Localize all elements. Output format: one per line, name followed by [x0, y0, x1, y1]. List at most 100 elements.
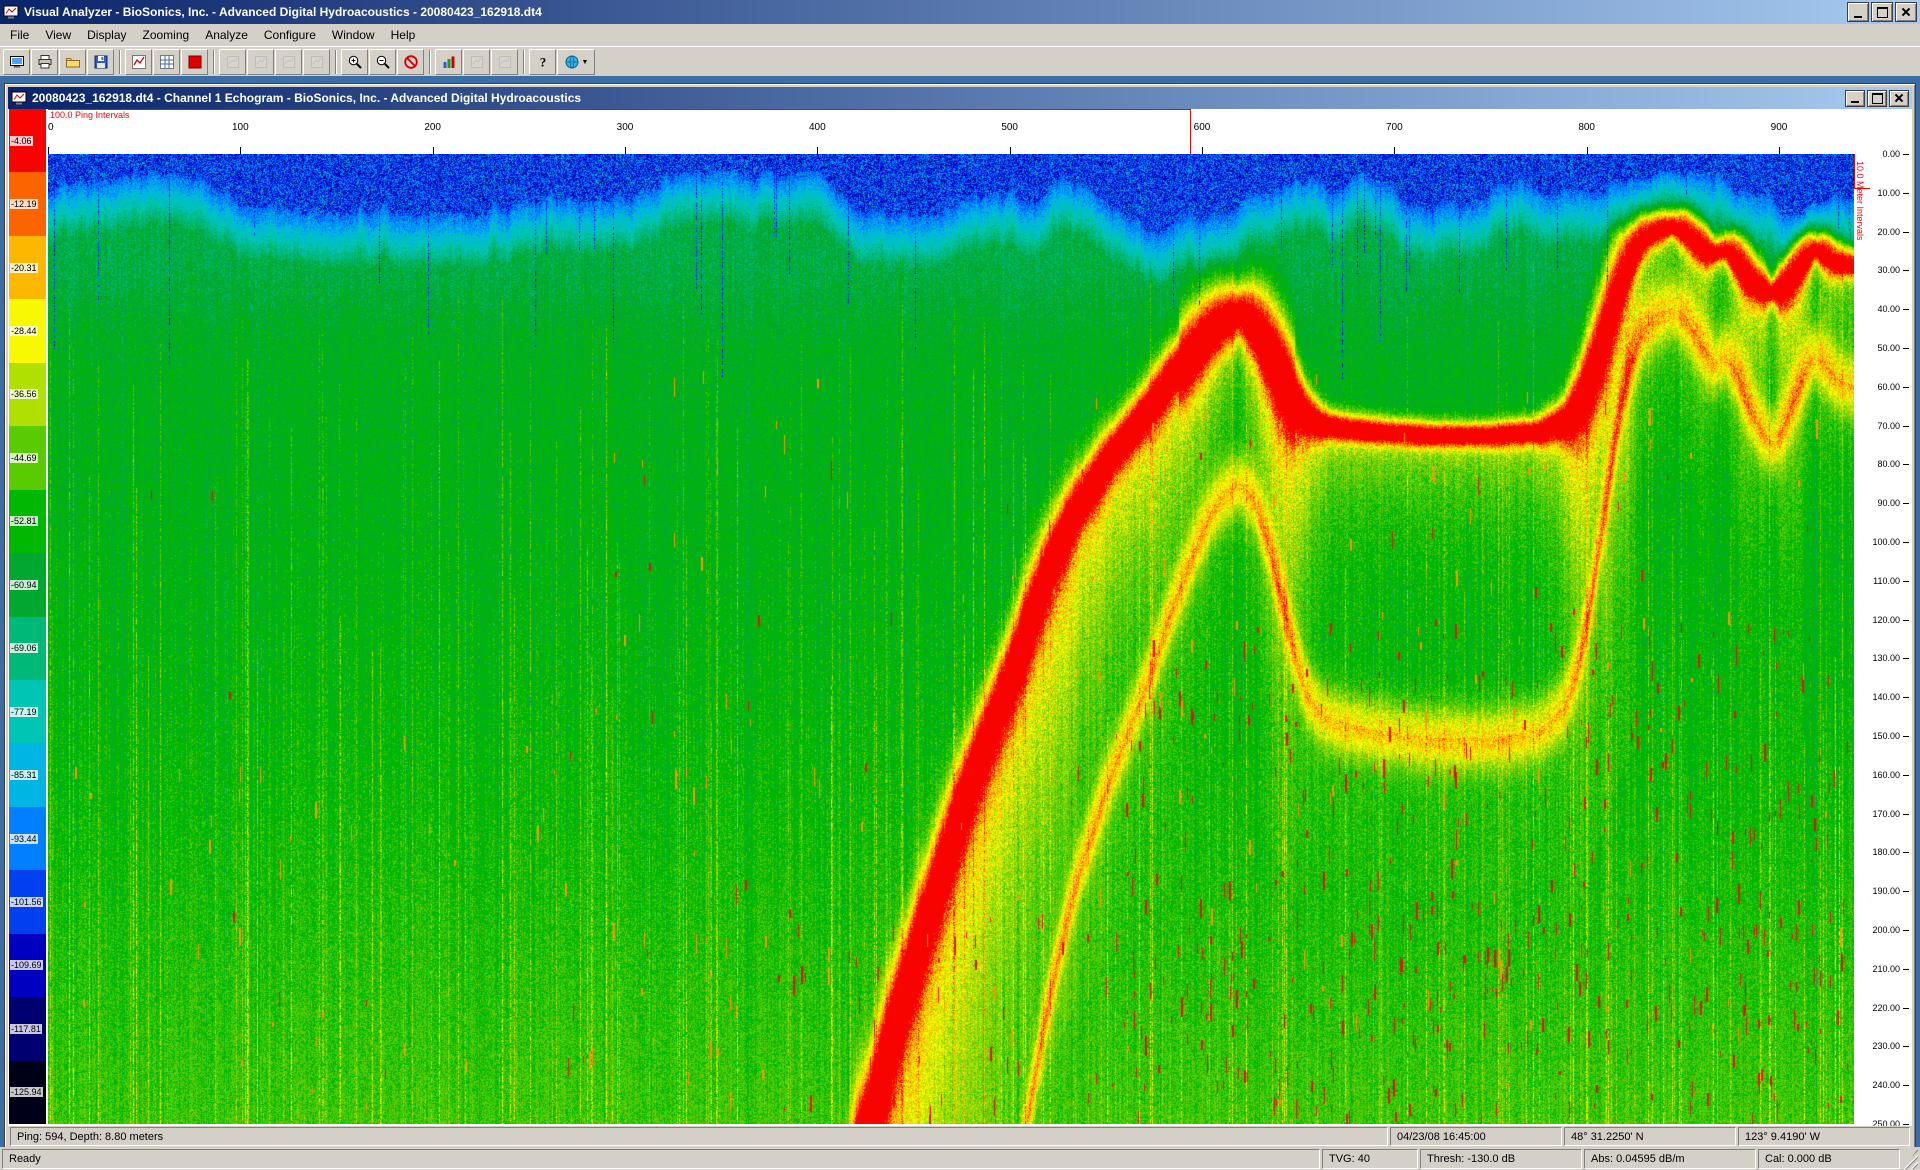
depth-tick	[1903, 814, 1909, 815]
maximize-button[interactable]	[1871, 2, 1893, 22]
export-button[interactable]	[59, 49, 86, 75]
zoom-cancel-icon	[403, 54, 419, 70]
resize-grip[interactable]	[1902, 1149, 1918, 1169]
ping-tick	[1779, 147, 1780, 154]
status-abs: Abs: 0.04595 dB/m	[1584, 1149, 1756, 1169]
child-minimize-button[interactable]	[1845, 90, 1865, 107]
depth-tick	[1903, 232, 1909, 233]
color-scale-label: -77.19	[10, 707, 38, 717]
menu-configure[interactable]: Configure	[256, 24, 324, 46]
save-button[interactable]	[87, 49, 114, 75]
color-scale-segment: -117.81	[9, 997, 46, 1060]
depth-tick	[1903, 1008, 1909, 1009]
color-scale-label: -125.94	[10, 1087, 43, 1097]
menu-display[interactable]: Display	[79, 24, 134, 46]
ping-tick-label: 100	[232, 122, 249, 133]
child-title-bar[interactable]: 20080423_162918.dt4 - Channel 1 Echogram…	[8, 87, 1912, 109]
zoom-out-button[interactable]	[369, 49, 396, 75]
zoom-in-button[interactable]	[341, 49, 368, 75]
depth-tick-label: 30.00	[1877, 265, 1900, 275]
ping-tick	[1010, 147, 1011, 154]
depth-tick	[1903, 426, 1909, 427]
child-window-title: 20080423_162918.dt4 - Channel 1 Echogram…	[32, 91, 1840, 105]
grid-view-icon	[159, 54, 175, 70]
ping-depth-readout: Ping: 594, Depth: 8.80 meters	[10, 1127, 1388, 1146]
generic-icon	[253, 54, 269, 70]
color-scale-segment: -28.44	[9, 299, 46, 362]
child-close-button[interactable]	[1889, 90, 1909, 107]
color-scale-segment: -125.94	[9, 1061, 46, 1124]
playback-icon	[564, 54, 580, 70]
status-cal: Cal: 0.000 dB	[1758, 1149, 1900, 1169]
zoom-cancel-button[interactable]	[397, 49, 424, 75]
color-scale-segment: -12.19	[9, 172, 46, 235]
color-scale-segment: -36.56	[9, 363, 46, 426]
menu-help[interactable]: Help	[383, 24, 424, 46]
open-file-button[interactable]	[3, 49, 30, 75]
tool-button-1	[219, 49, 246, 75]
ping-tick	[1587, 147, 1588, 154]
ping-tick-label: 400	[809, 122, 826, 133]
minimize-button[interactable]	[1847, 2, 1869, 22]
depth-tick-label: 210.00	[1872, 964, 1900, 974]
menu-file[interactable]: File	[2, 24, 37, 46]
zoom-out-icon	[375, 54, 391, 70]
menu-zooming[interactable]: Zooming	[135, 24, 198, 46]
grid-view-button[interactable]	[153, 49, 180, 75]
depth-tick-label: 140.00	[1872, 692, 1900, 702]
color-scale-label: -4.06	[10, 136, 33, 146]
dropdown-arrow-icon[interactable]: ▼	[582, 59, 589, 66]
menu-analyze[interactable]: Analyze	[197, 24, 256, 46]
color-scale-segment: -101.56	[9, 870, 46, 933]
color-scale-label: -52.81	[10, 516, 38, 526]
depth-tick-label: 220.00	[1872, 1003, 1900, 1013]
menu-window[interactable]: Window	[324, 24, 383, 46]
child-maximize-button[interactable]	[1867, 90, 1887, 107]
mdi-area: 20080423_162918.dt4 - Channel 1 Echogram…	[0, 76, 1920, 1150]
minimize-icon	[1854, 16, 1862, 18]
child-window-icon	[11, 90, 27, 106]
color-scale-segment: -77.19	[9, 680, 46, 743]
menu-view[interactable]: View	[37, 24, 79, 46]
echogram-client: -4.06 -12.19 -20.31 -28.44-36.56 -44.69 -52.8…	[8, 109, 1912, 1147]
depth-tick-label: 150.00	[1872, 731, 1900, 741]
depth-tick-label: 120.00	[1872, 615, 1900, 625]
playback-button[interactable]: ▼	[557, 49, 595, 75]
tool-button-4	[303, 49, 330, 75]
color-scale-segment: -109.69	[9, 934, 46, 997]
echogram-view-button[interactable]	[181, 49, 208, 75]
ping-tick	[1394, 147, 1395, 154]
depth-tick	[1903, 1085, 1909, 1086]
color-scale-segment: -60.94	[9, 553, 46, 616]
help-button[interactable]: ?	[529, 49, 556, 75]
tool-button-5	[463, 49, 490, 75]
analyze-chart-button[interactable]	[435, 49, 462, 75]
window-title: Visual Analyzer - BioSonics, Inc. - Adva…	[24, 5, 1842, 19]
color-scale-label: -20.31	[10, 263, 38, 273]
depth-tick	[1903, 464, 1909, 465]
depth-tick-label: 170.00	[1872, 809, 1900, 819]
color-scale-label: -109.69	[10, 960, 43, 970]
color-scale-label: -44.69	[10, 453, 38, 463]
color-scale-segment: -20.31	[9, 236, 46, 299]
color-scale-segment: -4.06	[9, 109, 46, 172]
ping-ruler-label: 100.0 Ping Intervals	[50, 110, 130, 120]
print-button[interactable]	[31, 49, 58, 75]
generic-icon	[225, 54, 241, 70]
color-scale-label: -12.19	[10, 199, 38, 209]
depth-tick	[1903, 969, 1909, 970]
depth-tick	[1903, 658, 1909, 659]
print-icon	[37, 54, 53, 70]
depth-tick	[1903, 852, 1909, 853]
generic-icon	[309, 54, 325, 70]
child-maximize-icon	[1872, 93, 1883, 104]
close-button[interactable]	[1895, 2, 1917, 22]
depth-tick	[1903, 154, 1909, 155]
echogram-canvas[interactable]	[48, 154, 1854, 1124]
ping-tick-label: 700	[1386, 122, 1403, 133]
toolbar-separator	[429, 50, 431, 74]
title-bar[interactable]: Visual Analyzer - BioSonics, Inc. - Adva…	[0, 0, 1920, 24]
depth-tick	[1903, 348, 1909, 349]
generic-icon	[497, 54, 513, 70]
chart-view-button[interactable]	[125, 49, 152, 75]
